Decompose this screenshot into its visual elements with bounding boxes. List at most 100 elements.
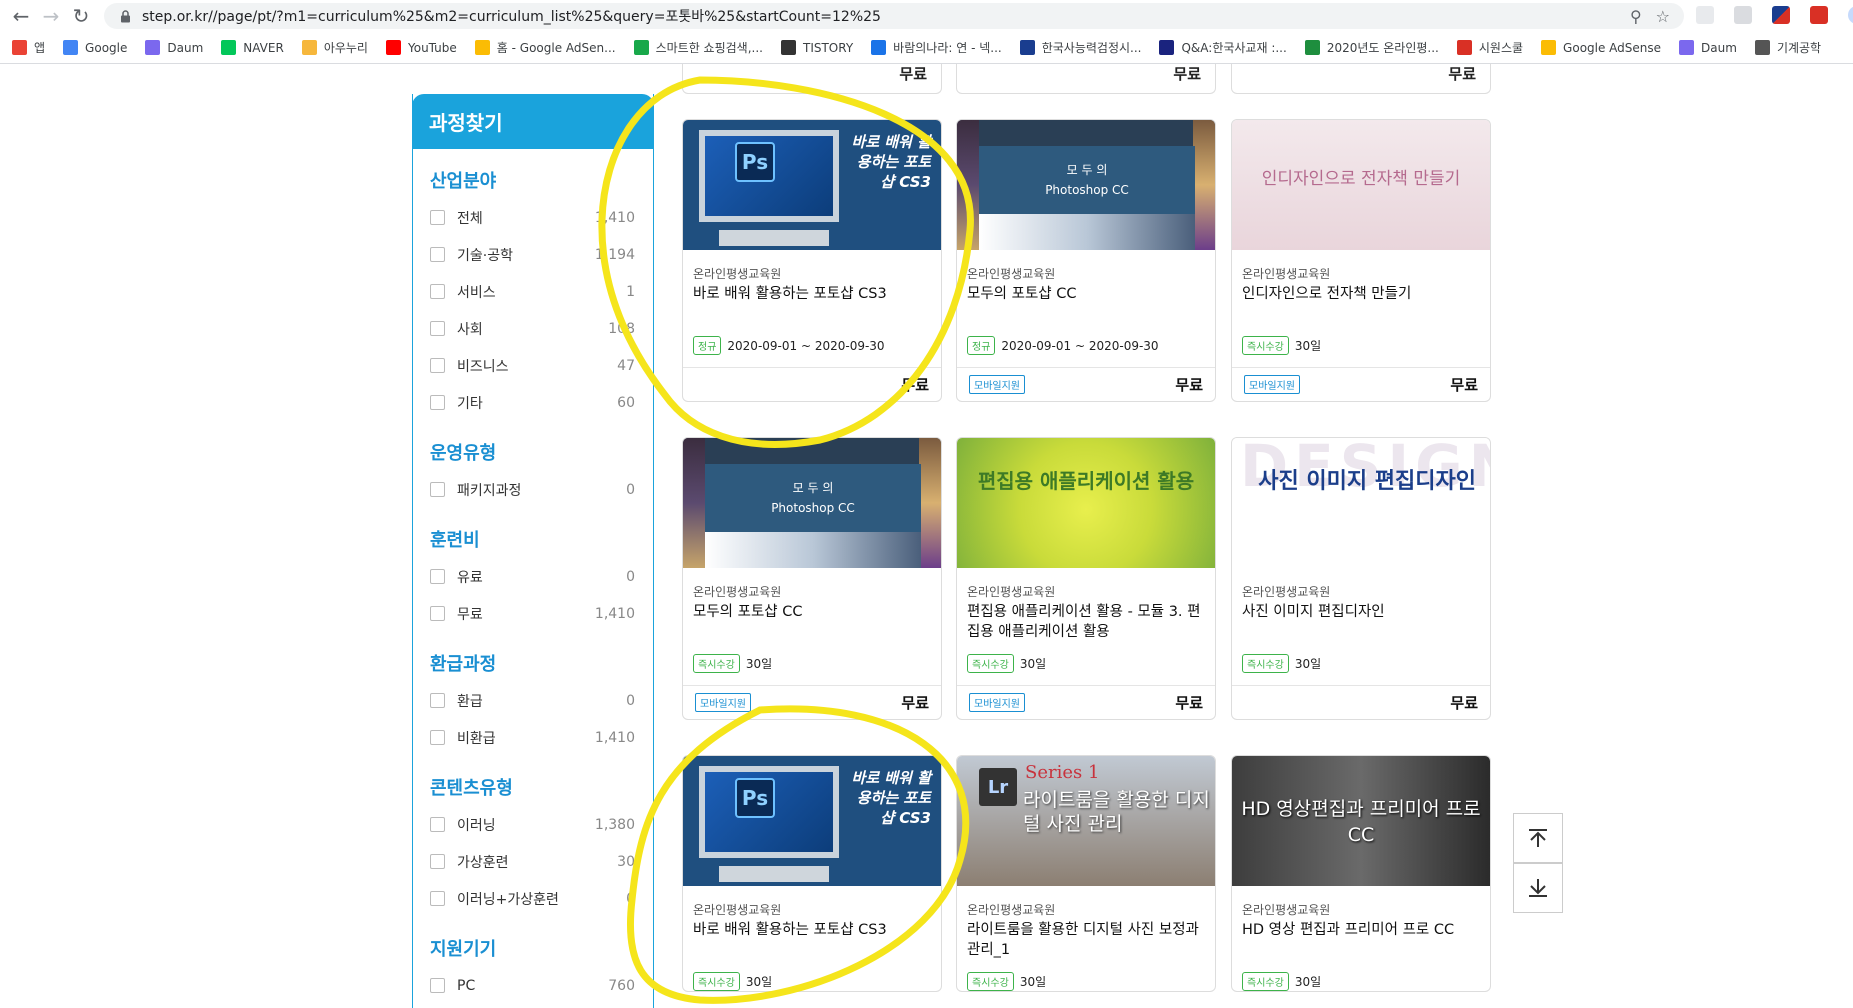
- photo-strip: [957, 120, 979, 250]
- arrow-up-icon: [1529, 829, 1547, 847]
- course-card[interactable]: 모 두 의 Photoshop CC 온라인평생교육원 모두의 포토샵 CC 정규 202…: [956, 119, 1216, 402]
- filter-option[interactable]: 환급 0: [413, 682, 653, 719]
- extension-pdf-icon[interactable]: [1810, 6, 1828, 24]
- filter-option[interactable]: 유료 0: [413, 558, 653, 595]
- bookmark-item[interactable]: 바람의나라: 연 - 넥...: [871, 39, 1002, 56]
- bookmark-item[interactable]: 앱: [12, 39, 45, 56]
- course-thumbnail[interactable]: DESIGN사진 이미지 편집디자인: [1232, 438, 1490, 568]
- course-title[interactable]: 모두의 포토샵 CC: [967, 284, 1205, 324]
- filter-checkbox[interactable]: [430, 606, 445, 621]
- course-title[interactable]: 라이트룸을 활용한 디지털 사진 보정과 관리_1: [967, 920, 1205, 960]
- bookmark-item[interactable]: 아우누리: [301, 39, 368, 56]
- course-title[interactable]: 바로 배워 활용하는 포토샵 CS3: [693, 920, 931, 960]
- bookmark-item[interactable]: 기계공학: [1754, 39, 1821, 56]
- course-thumbnail[interactable]: Ps 바로 배워 활용하는 포토샵 CS3: [683, 756, 941, 886]
- filter-checkbox[interactable]: [430, 891, 445, 906]
- bookmark-item[interactable]: Q&A:한국사교재 :...: [1159, 39, 1287, 56]
- filter-checkbox[interactable]: [430, 395, 445, 410]
- filter-checkbox[interactable]: [430, 730, 445, 745]
- filter-option[interactable]: 이러닝+가상훈련 0: [413, 880, 653, 917]
- extension-flag-icon[interactable]: [1772, 6, 1790, 24]
- card-partial[interactable]: 무료: [682, 64, 942, 94]
- bookmark-item[interactable]: Daum: [145, 40, 203, 55]
- bookmark-item[interactable]: NAVER: [221, 40, 284, 55]
- bookmark-item[interactable]: Daum: [1679, 40, 1737, 55]
- extension-cast-icon[interactable]: [1696, 6, 1714, 24]
- filter-checkbox[interactable]: [430, 569, 445, 584]
- filter-checkbox[interactable]: [430, 817, 445, 832]
- filter-checkbox[interactable]: [430, 210, 445, 225]
- filter-option[interactable]: PC 760: [413, 967, 653, 1004]
- course-thumbnail[interactable]: Ps 바로 배워 활용하는 포토샵 CS3: [683, 120, 941, 250]
- filter-option[interactable]: 사회 108: [413, 310, 653, 347]
- filter-option[interactable]: 패키지과정 0: [413, 471, 653, 508]
- bookmark-item[interactable]: 2020년도 온라인평...: [1304, 39, 1439, 56]
- bookmark-star-icon[interactable]: ☆: [1656, 7, 1670, 26]
- course-meta: 정규 2020-09-01 ~ 2020-09-30: [967, 336, 1205, 355]
- filter-option-count: 60: [617, 394, 635, 411]
- course-card[interactable]: DESIGN사진 이미지 편집디자인온라인평생교육원사진 이미지 편집디자인즉시…: [1231, 437, 1491, 720]
- filter-option-label: 환급: [457, 693, 483, 710]
- course-title[interactable]: 인디자인으로 전자책 만들기: [1242, 284, 1480, 324]
- scroll-bottom-button[interactable]: [1513, 863, 1563, 913]
- filter-option-count: 1,410: [594, 605, 635, 622]
- course-thumbnail[interactable]: 인디자인으로 전자책 만들기: [1232, 120, 1490, 250]
- filter-checkbox[interactable]: [430, 284, 445, 299]
- course-title[interactable]: HD 영상 편집과 프리미어 프로 CC: [1242, 920, 1480, 960]
- bookmark-item[interactable]: 시원스쿨: [1456, 39, 1523, 56]
- filter-option[interactable]: 서비스 1: [413, 273, 653, 310]
- course-title[interactable]: 사진 이미지 편집디자인: [1242, 602, 1480, 642]
- address-bar[interactable]: step.or.kr//page/pt/?m1=curriculum%25&m2…: [104, 3, 1684, 29]
- course-card[interactable]: 편집용 애플리케이션 활용 온라인평생교육원 편집용 애플리케이션 활용 - 모듈 …: [956, 437, 1216, 720]
- card-body: 온라인평생교육원 바로 배워 활용하는 포토샵 CS3 정규 2020-09-01 ~…: [683, 250, 941, 355]
- course-card[interactable]: 인디자인으로 전자책 만들기 온라인평생교육원 인디자인으로 전자책 만들기 즉시수강…: [1231, 119, 1491, 402]
- zoom-icon[interactable]: ⚲: [1630, 7, 1642, 26]
- filter-option-count: 1,380: [594, 816, 635, 833]
- course-thumbnail[interactable]: 편집용 애플리케이션 활용: [957, 438, 1215, 568]
- course-card[interactable]: Ps 바로 배워 활용하는 포토샵 CS3 온라인평생교육원 바로 배워 활용하는 포…: [682, 755, 942, 992]
- filter-option[interactable]: 기술·공학 1,194: [413, 236, 653, 273]
- forward-arrow-icon[interactable]: →: [36, 1, 66, 31]
- bookmarks-bar: 앱 Google Daum NAVER 아우누리 YouTube 홈 - Google Ad…: [0, 32, 1853, 64]
- course-title[interactable]: 바로 배워 활용하는 포토샵 CS3: [693, 284, 931, 324]
- filter-checkbox[interactable]: [430, 854, 445, 869]
- filter-checkbox[interactable]: [430, 482, 445, 497]
- course-thumbnail[interactable]: 모 두 의 Photoshop CC: [683, 438, 941, 568]
- card-partial[interactable]: 무료: [1231, 64, 1491, 94]
- scroll-top-button[interactable]: [1513, 813, 1563, 863]
- bookmark-item[interactable]: 홈 - Google AdSen...: [474, 39, 616, 56]
- course-thumbnail[interactable]: Lr Series 1 라이트룸을 활용한 디지털 사진 관리: [957, 756, 1215, 886]
- course-card[interactable]: HD 영상편집과 프리미어 프로 CC 온라인평생교육원 HD 영상 편집과 프리미…: [1231, 755, 1491, 992]
- bookmark-item[interactable]: 스마트한 쇼핑검색,...: [633, 39, 763, 56]
- filter-option[interactable]: 무료 1,410: [413, 595, 653, 632]
- card-partial[interactable]: 무료: [956, 64, 1216, 94]
- bookmark-item[interactable]: Google: [63, 40, 127, 55]
- reload-icon[interactable]: ↻: [66, 1, 96, 31]
- filter-checkbox[interactable]: [430, 321, 445, 336]
- course-title[interactable]: 모두의 포토샵 CC: [693, 602, 931, 642]
- course-title[interactable]: 편집용 애플리케이션 활용 - 모듈 3. 편집용 애플리케이션 활용: [967, 602, 1205, 642]
- course-thumbnail[interactable]: HD 영상편집과 프리미어 프로 CC: [1232, 756, 1490, 886]
- filter-option[interactable]: 비즈니스 47: [413, 347, 653, 384]
- course-thumbnail[interactable]: 모 두 의 Photoshop CC: [957, 120, 1215, 250]
- course-card[interactable]: 모 두 의 Photoshop CC 온라인평생교육원 모두의 포토샵 CC 즉시수강 3…: [682, 437, 942, 720]
- profile-avatar-icon[interactable]: [1848, 6, 1853, 24]
- filter-option[interactable]: 기타 60: [413, 384, 653, 421]
- filter-checkbox[interactable]: [430, 247, 445, 262]
- course-card[interactable]: Lr Series 1 라이트룸을 활용한 디지털 사진 관리 온라인평생교육원 라이트…: [956, 755, 1216, 992]
- filter-option[interactable]: 가상훈련 30: [413, 843, 653, 880]
- filter-option[interactable]: 이러닝 1,380: [413, 806, 653, 843]
- back-arrow-icon[interactable]: ←: [6, 1, 36, 31]
- bookmark-item[interactable]: 한국사능력검정시...: [1019, 39, 1141, 56]
- bookmark-item[interactable]: TISTORY: [780, 40, 853, 55]
- filter-option[interactable]: 비환급 1,410: [413, 719, 653, 756]
- extension-tab-icon[interactable]: [1734, 6, 1752, 24]
- course-card[interactable]: Ps 바로 배워 활용하는 포토샵 CS3 온라인평생교육원 바로 배워 활용하는 포…: [682, 119, 942, 402]
- filter-checkbox[interactable]: [430, 693, 445, 708]
- bookmark-item[interactable]: Google AdSense: [1541, 40, 1661, 55]
- filter-checkbox[interactable]: [430, 358, 445, 373]
- bookmark-item[interactable]: YouTube: [385, 40, 457, 55]
- filter-checkbox[interactable]: [430, 978, 445, 993]
- course-period: 2020-09-01 ~ 2020-09-30: [727, 338, 885, 353]
- filter-option[interactable]: 전체 1,410: [413, 199, 653, 236]
